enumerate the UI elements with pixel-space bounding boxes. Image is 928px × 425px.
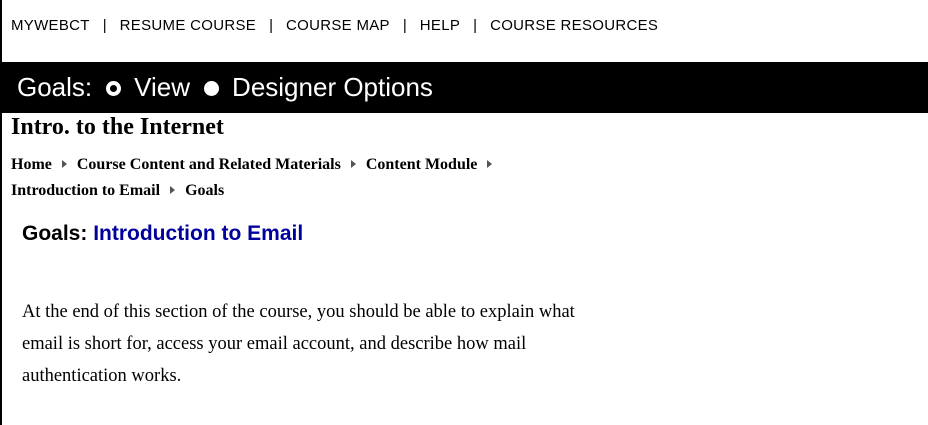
breadcrumb-arrow-icon <box>61 160 67 168</box>
page-frame: MYWEBCT | RESUME COURSE | COURSE MAP | H… <box>0 0 928 425</box>
nav-course-map-link[interactable]: COURSE MAP <box>286 17 390 34</box>
goals-mode-bar: Goals: View Designer Options <box>2 62 928 113</box>
nav-separator: | <box>402 16 407 34</box>
top-navigation: MYWEBCT | RESUME COURSE | COURSE MAP | H… <box>2 0 928 50</box>
page-heading-prefix: Goals: <box>22 222 88 245</box>
radio-selected-dot-icon <box>110 85 118 92</box>
designer-options-mode-option[interactable]: Designer Options <box>204 72 433 103</box>
nav-resume-course-link[interactable]: RESUME COURSE <box>120 17 256 34</box>
nav-separator: | <box>269 16 273 34</box>
view-option-label[interactable]: View <box>134 72 190 103</box>
nav-help-link[interactable]: HELP <box>420 17 460 34</box>
designer-options-label[interactable]: Designer Options <box>232 72 433 103</box>
nav-mywebct-link[interactable]: MYWEBCT <box>11 17 90 34</box>
page-heading: Goals: Introduction to Email <box>22 222 303 246</box>
goals-description-line: authentication works. <box>22 366 182 386</box>
view-radio-button[interactable] <box>106 81 122 96</box>
breadcrumb-home-link[interactable]: Home <box>11 156 52 173</box>
view-mode-option[interactable]: View <box>106 72 190 103</box>
goals-description-line: At the end of this section of the course… <box>22 302 575 322</box>
goals-description-line: email is short for, access your email ac… <box>22 334 527 354</box>
nav-separator: | <box>102 16 107 34</box>
goals-bar-label: Goals: <box>17 72 93 102</box>
nav-separator: | <box>473 16 478 34</box>
breadcrumb-course-content-link[interactable]: Course Content and Related Materials <box>77 156 341 173</box>
page-heading-topic: Introduction to Email <box>93 222 304 245</box>
breadcrumb-arrow-icon <box>170 186 176 194</box>
course-title: Intro. to the Internet <box>11 114 224 140</box>
designer-options-radio-button[interactable] <box>204 81 220 96</box>
breadcrumb-arrow-icon <box>350 160 356 168</box>
goals-description: At the end of this section of the course… <box>22 296 927 392</box>
breadcrumb: Home Course Content and Related Materials… <box>11 152 911 204</box>
breadcrumb-current-goals: Goals <box>185 182 225 199</box>
breadcrumb-content-module-link[interactable]: Content Module <box>366 156 478 173</box>
breadcrumb-arrow-icon <box>487 160 493 168</box>
breadcrumb-introduction-to-email-link[interactable]: Introduction to Email <box>11 182 160 199</box>
nav-course-resources-link[interactable]: COURSE RESOURCES <box>490 17 658 34</box>
